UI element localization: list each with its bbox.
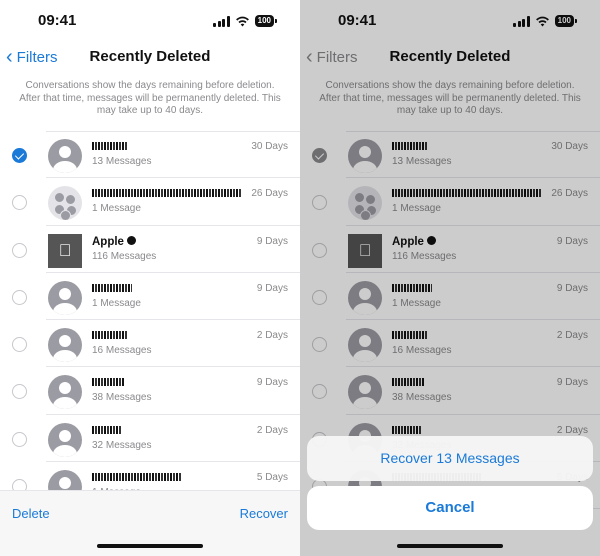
redacted-name [92, 473, 182, 482]
wifi-icon [235, 16, 249, 27]
days-remaining: 30 Days [251, 141, 288, 152]
contact-name [92, 425, 122, 437]
cancel-button[interactable]: Cancel [307, 486, 593, 530]
conversation-row[interactable]: 38 Messages 9 Days [0, 367, 300, 416]
contact-name [92, 472, 182, 484]
status-bar: 09:41 100 [0, 12, 300, 32]
message-count: 16 Messages [92, 345, 152, 357]
cellular-signal-icon [213, 15, 230, 27]
verified-badge-icon [126, 235, 136, 245]
page-title: Recently Deleted [89, 48, 211, 65]
conversation-row[interactable]: 13 Messages 30 Days [0, 131, 300, 179]
checkbox-empty-icon[interactable] [12, 384, 27, 400]
screen-action-sheet: 09:41 100 ‹ Filters Recently Deleted Con… [300, 0, 600, 556]
person-avatar-icon [48, 328, 82, 363]
screen-selection: 09:41 100 ‹ Filters Recently Deleted Con… [0, 0, 300, 556]
days-remaining: 2 Days [256, 330, 288, 342]
redacted-name [92, 378, 124, 387]
person-avatar-icon [48, 422, 82, 457]
person-avatar-icon [48, 375, 82, 410]
days-remaining: 9 Days [256, 377, 288, 389]
redacted-name [92, 142, 128, 150]
battery-icon: 100 [254, 15, 278, 27]
days-remaining: 5 Days [256, 472, 288, 484]
redacted-name [92, 189, 242, 198]
checkbox-empty-icon[interactable] [12, 195, 27, 211]
apple-logo-icon:  [48, 233, 82, 268]
conversation-row[interactable]: 32 Messages 2 Days [0, 415, 300, 463]
recover-messages-button[interactable]: Recover 13 Messages [307, 436, 593, 481]
status-time: 09:41 [38, 12, 77, 29]
navigation-bar: ‹ Filters Recently Deleted [0, 46, 300, 70]
home-indicator [397, 544, 503, 548]
conversation-list: 13 Messages 30 Days 1 Message 26 Days  Apple… [0, 131, 300, 510]
conversation-row[interactable]: 16 Messages 2 Days [0, 320, 300, 368]
contact-name [92, 188, 242, 200]
recover-button[interactable]: Recover [240, 506, 288, 521]
checkbox-empty-icon[interactable] [12, 289, 27, 305]
redacted-name [92, 331, 128, 340]
message-count: 32 Messages [92, 439, 152, 451]
days-remaining: 26 Days [251, 188, 288, 200]
checkbox-checked-icon[interactable] [12, 148, 27, 163]
person-avatar-icon [48, 280, 82, 315]
days-remaining: 9 Days [256, 282, 288, 294]
contact-name [92, 377, 124, 389]
message-count: 116 Messages [92, 250, 157, 262]
contact-name [92, 330, 128, 342]
person-icon [60, 210, 71, 221]
conversation-row[interactable]: 1 Message 9 Days [0, 273, 300, 321]
description-text: Conversations show the days remaining be… [19, 80, 281, 116]
checkbox-empty-icon[interactable] [12, 431, 27, 447]
redacted-name [92, 425, 122, 434]
contact-name [92, 283, 132, 295]
redacted-name [92, 283, 132, 292]
days-remaining: 9 Days [256, 235, 288, 247]
person-icon [65, 194, 76, 206]
message-count: 1 Message [92, 203, 141, 215]
days-remaining: 2 Days [256, 424, 288, 436]
delete-button[interactable]: Delete [12, 506, 50, 521]
group-avatar-icon [48, 186, 82, 221]
checkbox-empty-icon[interactable] [12, 242, 27, 258]
conversation-row[interactable]: 1 Message 26 Days [0, 178, 300, 226]
contact-name [92, 141, 128, 153]
conversation-row[interactable]:  Apple 116 Messages 9 Days [0, 226, 300, 274]
person-icon [54, 192, 65, 204]
apple-icon:  [48, 241, 82, 261]
contact-name: Apple [92, 235, 136, 248]
message-count: 1 Message [92, 297, 141, 309]
home-indicator [97, 544, 203, 548]
message-count: 13 Messages [92, 156, 152, 167]
checkbox-empty-icon[interactable] [12, 337, 27, 353]
person-avatar-icon [48, 139, 82, 173]
bottom-toolbar: Delete Recover [0, 490, 300, 556]
message-count: 38 Messages [92, 392, 152, 404]
